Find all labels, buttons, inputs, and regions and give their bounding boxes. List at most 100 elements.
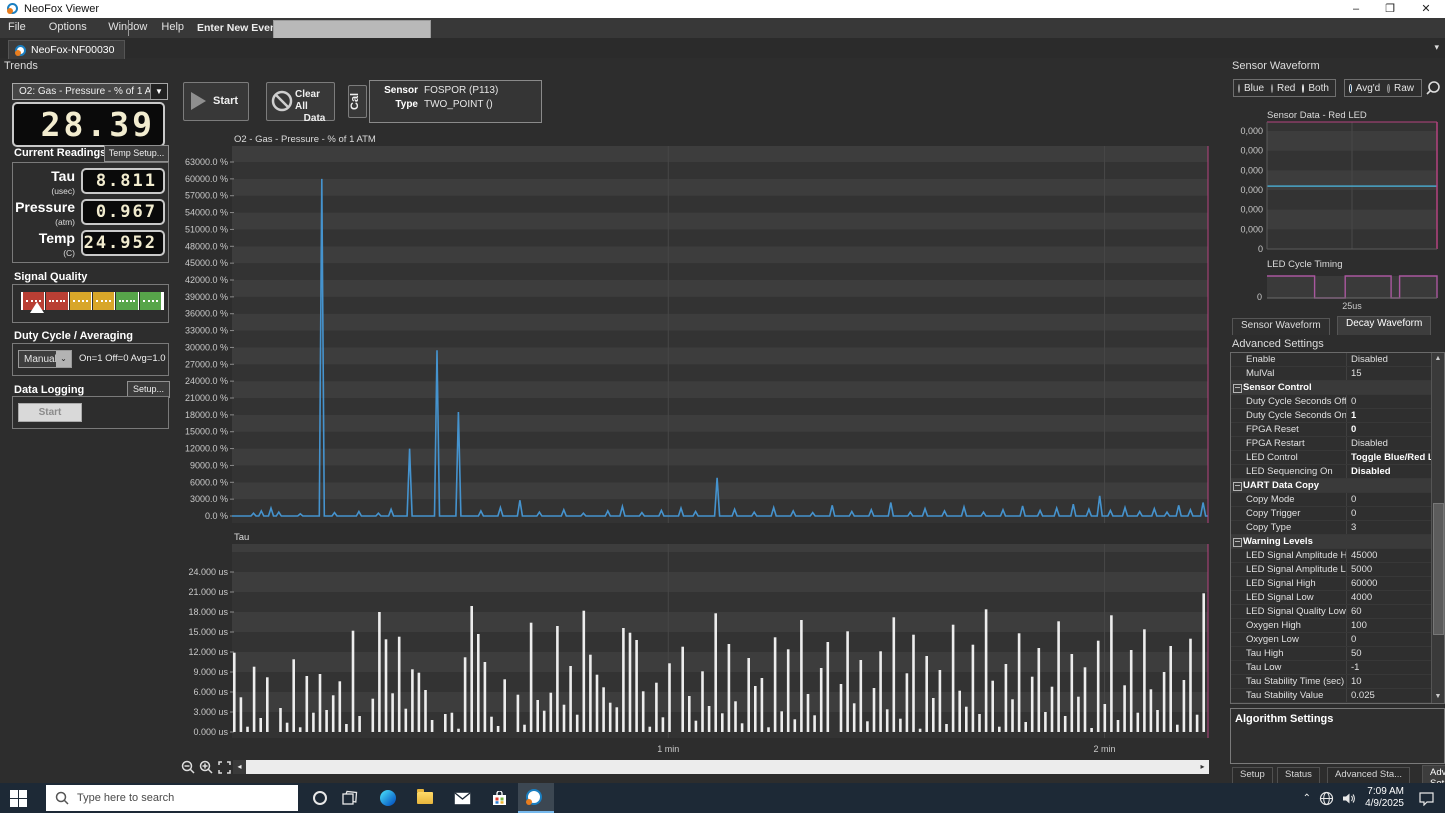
task-view-button[interactable] [332,783,368,813]
settings-row[interactable]: Copy Mode0 [1231,493,1432,507]
settings-row[interactable]: Copy Trigger0 [1231,507,1432,521]
settings-scrollbar[interactable]: ▲ ▼ [1431,353,1444,703]
waveform-zoom-icon[interactable] [1425,80,1441,96]
settings-value[interactable]: 60 [1346,605,1432,618]
zoom-fit-icon[interactable] [217,760,232,775]
settings-row[interactable]: Oxygen Low0 [1231,633,1432,647]
settings-value[interactable]: Toggle Blue/Red L... [1346,451,1432,464]
panel-tab-setup[interactable]: Setup [1232,767,1273,783]
menu-item-options[interactable]: Options [46,21,90,33]
settings-row[interactable]: LED Signal Amplitude Low5000 [1231,563,1432,577]
logging-start-button[interactable]: Start [18,403,82,422]
scroll-left-icon[interactable]: ◂ [233,760,246,774]
zoom-in-icon[interactable] [199,760,214,775]
start-menu-button[interactable] [0,783,36,813]
edge-button[interactable] [370,783,406,813]
settings-row[interactable]: Temperature High50 [1231,703,1432,704]
settings-row[interactable]: LED Signal Low4000 [1231,591,1432,605]
mode-radio-raw[interactable] [1387,84,1390,93]
settings-value[interactable]: 60000 [1346,577,1432,590]
settings-row[interactable]: Sensor Control [1231,381,1432,395]
settings-row[interactable]: EnableDisabled [1231,353,1432,367]
led-label[interactable]: Red [1277,83,1295,94]
taskbar-search[interactable]: Type here to search [46,785,298,811]
mail-button[interactable] [444,783,480,813]
mode-label[interactable]: Avg'd [1356,83,1381,94]
settings-value[interactable]: 50 [1346,703,1432,704]
panel-tab-status[interactable]: Status [1277,767,1320,783]
settings-row[interactable]: Duty Cycle Seconds On1 [1231,409,1432,423]
clear-all-data-button[interactable]: Clear All Data [266,82,335,121]
scroll-right-icon[interactable]: ▸ [1196,760,1209,774]
settings-row[interactable]: LED Signal Amplitude H...45000 [1231,549,1432,563]
scrollbar-thumb[interactable] [1433,503,1444,635]
store-button[interactable] [481,783,517,813]
chevron-down-icon[interactable]: ▼ [150,84,167,99]
tabstrip-dropdown-icon[interactable]: ▾ [1434,42,1439,53]
settings-row[interactable]: Tau Low-1 [1231,661,1432,675]
settings-value[interactable]: 0 [1346,493,1432,506]
settings-row[interactable]: Oxygen High100 [1231,619,1432,633]
settings-value[interactable]: 5000 [1346,563,1432,576]
scroll-down-icon[interactable]: ▼ [1432,691,1444,703]
settings-row[interactable]: UART Data Copy [1231,479,1432,493]
settings-row[interactable]: LED Signal High60000 [1231,577,1432,591]
settings-value[interactable]: 10 [1346,675,1432,688]
settings-row[interactable]: Tau Stability Time (sec)10 [1231,675,1432,689]
settings-row[interactable]: Copy Type3 [1231,521,1432,535]
settings-row[interactable]: LED Signal Quality Low60 [1231,605,1432,619]
event-input[interactable] [273,20,431,39]
settings-row[interactable]: MulVal15 [1231,367,1432,381]
settings-value[interactable]: 100 [1346,619,1432,632]
settings-value[interactable]: 50 [1346,647,1432,660]
settings-value[interactable]: 0.025 [1346,689,1432,702]
settings-value[interactable]: -1 [1346,661,1432,674]
duty-cycle-mode-select[interactable]: Manual ⌄ [18,350,72,368]
zoom-out-icon[interactable] [181,760,196,775]
led-label[interactable]: Both [1308,83,1329,94]
settings-value[interactable]: 0 [1346,423,1432,436]
channel-select[interactable]: O2: Gas - Pressure - % of 1 ATM ▼ [12,83,168,100]
settings-value[interactable]: 0 [1346,507,1432,520]
led-radio-red[interactable] [1271,84,1273,93]
cal-button[interactable]: Cal [348,85,367,118]
settings-row[interactable]: LED Sequencing OnDisabled [1231,465,1432,479]
settings-value[interactable]: Disabled [1346,437,1432,450]
settings-value[interactable]: 45000 [1346,549,1432,562]
settings-value[interactable]: Disabled [1346,353,1432,366]
settings-value[interactable]: 0 [1346,633,1432,646]
tab-neofox-nf00030[interactable]: NeoFox-NF00030 [8,40,125,59]
collapse-icon[interactable] [1233,482,1242,491]
speaker-icon[interactable] [1342,792,1357,805]
tray-chevron-icon[interactable]: ⌃ [1303,793,1311,804]
file-explorer-button[interactable] [407,783,443,813]
chart-h-scrollbar[interactable]: ◂ ▸ [233,760,1209,774]
settings-row[interactable]: FPGA Reset0 [1231,423,1432,437]
network-globe-icon[interactable] [1319,791,1334,806]
settings-value[interactable]: 15 [1346,367,1432,380]
mode-radio-avgd[interactable] [1349,84,1352,93]
waveform-tab-decay-waveform[interactable]: Decay Waveform [1337,316,1431,335]
temp-setup-button[interactable]: Temp Setup... [104,145,169,162]
settings-value[interactable]: Disabled [1346,465,1432,478]
panel-tab-advancedset[interactable]: Advanced Set... [1422,765,1445,783]
panel-tab-advancedsta[interactable]: Advanced Sta... [1327,767,1410,783]
led-label[interactable]: Blue [1244,83,1264,94]
settings-row[interactable]: Tau High50 [1231,647,1432,661]
settings-value[interactable]: 3 [1346,521,1432,534]
close-button[interactable]: ✕ [1411,1,1441,17]
neofox-app-button[interactable] [518,783,554,813]
minimize-button[interactable]: – [1341,1,1371,17]
start-button[interactable]: Start [183,82,249,121]
led-radio-both[interactable] [1302,84,1304,93]
restore-button[interactable]: ❐ [1375,1,1405,17]
notification-icon[interactable] [1418,791,1435,806]
settings-row[interactable]: LED ControlToggle Blue/Red L... [1231,451,1432,465]
scroll-up-icon[interactable]: ▲ [1432,353,1444,365]
menu-item-help[interactable]: Help [158,21,187,33]
settings-value[interactable]: 1 [1346,409,1432,422]
settings-row[interactable]: FPGA RestartDisabled [1231,437,1432,451]
settings-value[interactable]: 0 [1346,395,1432,408]
mode-label[interactable]: Raw [1394,83,1414,94]
settings-row[interactable]: Tau Stability Value0.025 [1231,689,1432,703]
